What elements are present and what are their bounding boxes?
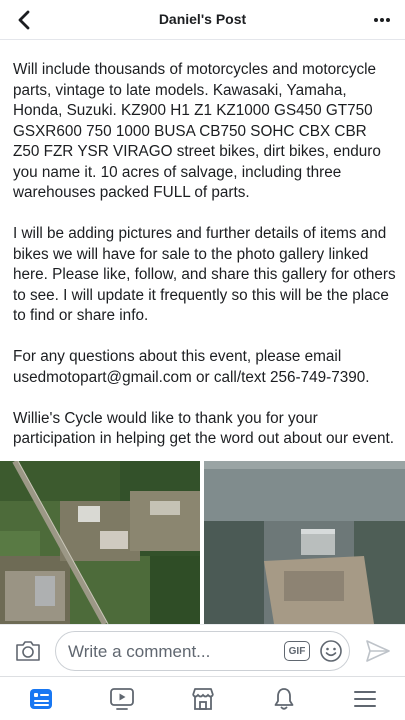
post-text: Will include thousands of motorcycles an… — [13, 60, 397, 470]
bottom-tab-bar — [0, 676, 405, 720]
post-paragraph: I will be adding pictures and further de… — [13, 225, 396, 324]
emoji-button[interactable] — [319, 639, 343, 663]
more-horizontal-icon — [374, 18, 390, 22]
send-icon — [366, 640, 390, 662]
send-button[interactable] — [365, 639, 391, 663]
gif-icon: GIF — [288, 645, 306, 657]
watch-video-icon — [109, 687, 134, 710]
top-nav-bar: Daniel's Post — [0, 0, 405, 40]
comment-placeholder: Write a comment... — [68, 642, 211, 661]
aerial-photo-left[interactable] — [0, 461, 200, 624]
tab-marketplace[interactable] — [162, 677, 243, 720]
photo-grid — [0, 461, 405, 624]
tab-news-feed[interactable] — [0, 677, 81, 720]
more-options-button[interactable] — [369, 8, 395, 32]
marketplace-icon — [191, 687, 214, 710]
comment-composer: Write a comment... GIF — [0, 624, 405, 676]
camera-button[interactable] — [14, 638, 42, 664]
tab-menu[interactable] — [324, 677, 405, 720]
aerial-photo-right[interactable] — [204, 461, 405, 624]
comment-input[interactable]: Write a comment... GIF — [55, 631, 350, 671]
post-paragraph: Willie's Cycle would like to thank you f… — [13, 409, 394, 448]
tab-watch[interactable] — [81, 677, 162, 720]
camera-icon — [16, 641, 40, 661]
notifications-bell-icon — [274, 687, 293, 710]
post-paragraph[interactable]: For any questions about this event, plea… — [13, 347, 397, 388]
tab-notifications[interactable] — [243, 677, 324, 720]
post-paragraph: Will include thousands of motorcycles an… — [13, 61, 381, 201]
page-title: Daniel's Post — [158, 11, 247, 27]
smiley-icon — [320, 640, 342, 662]
menu-icon — [353, 690, 376, 707]
news-feed-icon — [29, 688, 52, 709]
gif-button[interactable]: GIF — [284, 641, 310, 661]
